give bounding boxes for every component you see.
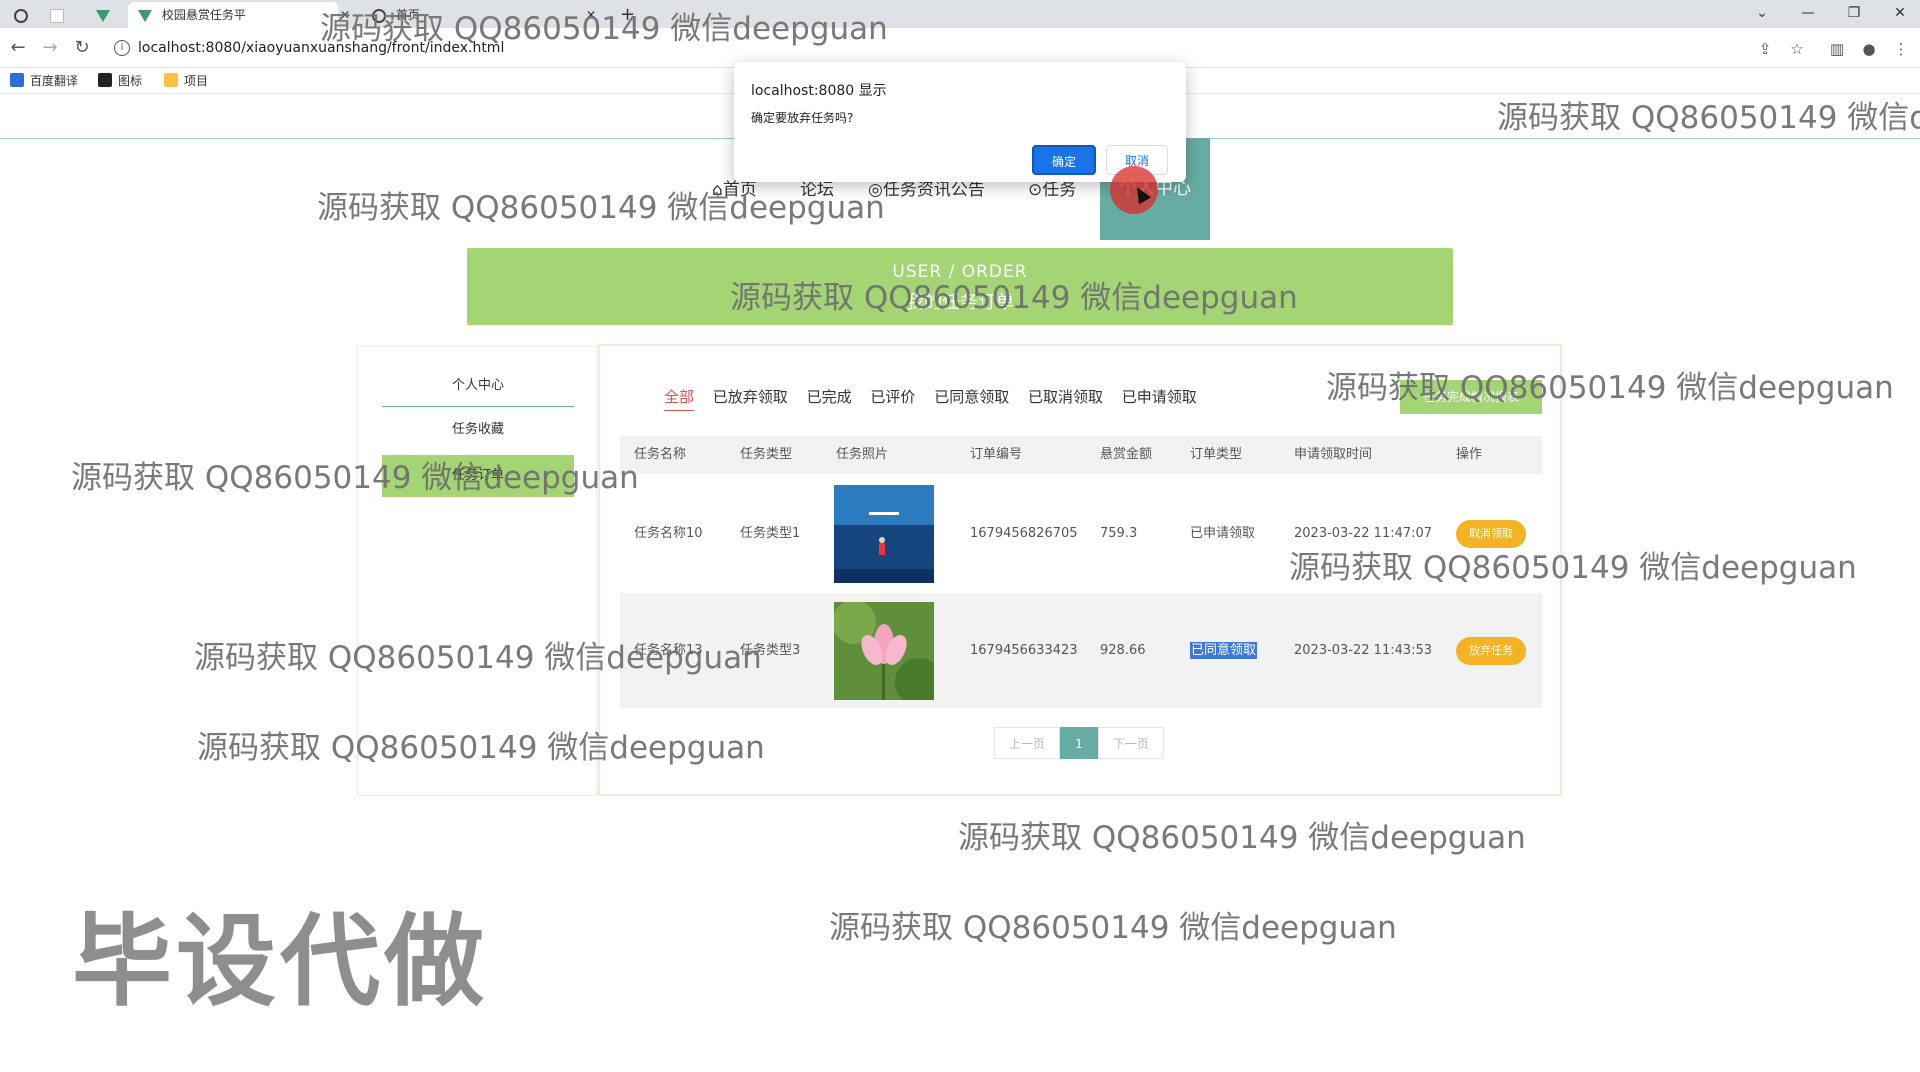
cell-amount: 928.66 — [1100, 643, 1146, 658]
profile-icon[interactable]: ● — [1858, 38, 1880, 60]
col-apply-time: 申请领取时间 — [1294, 447, 1373, 462]
col-order-no: 订单编号 — [970, 447, 1023, 462]
translate-icon — [10, 73, 24, 87]
lotus-photo-icon — [832, 600, 943, 706]
tab-2[interactable] — [50, 2, 70, 28]
tab-title: 校园悬赏任务平 — [161, 8, 246, 22]
vue-logo-icon — [138, 9, 152, 22]
cell-apply-time: 2023-03-22 11:43:53 — [1294, 643, 1433, 658]
tab-reviewed[interactable]: 已评价 — [870, 388, 915, 406]
tab-abandoned[interactable]: 已放弃领取 — [713, 388, 788, 406]
reload-icon[interactable]: ↻ — [70, 36, 94, 60]
tab-vue-1[interactable] — [96, 2, 116, 28]
bookmark-baidu-translate[interactable]: 百度翻译 — [10, 72, 78, 90]
bookmark-project[interactable]: 项目 — [164, 72, 208, 90]
dialog-title: localhost:8080 显示 — [751, 83, 887, 99]
star-icon[interactable]: ☆ — [1786, 38, 1808, 60]
task-photo-lotus — [832, 600, 943, 706]
watermark-text: 源码获取 QQ86050149 微信deepguan — [1326, 370, 1894, 406]
sea-photo-icon — [834, 485, 934, 583]
tab-campus-bounty[interactable]: 校园悬赏任务平 — [128, 2, 338, 28]
blank-page-icon — [50, 8, 64, 23]
restore-icon[interactable]: ❐ — [1834, 2, 1874, 24]
bookmark-icons[interactable]: 图标 — [98, 72, 142, 90]
watermark-text: 源码获取 QQ86050149 微信deepguan — [1289, 550, 1857, 586]
highlighted-order-type: 已同意领取 — [1190, 642, 1258, 659]
cell-amount: 759.3 — [1100, 526, 1138, 541]
globe-icon — [14, 8, 28, 23]
watermark-text: 源码获取 QQ86050149 微信de — [1497, 100, 1920, 136]
dialog-ok-button[interactable]: 确定 — [1032, 145, 1096, 175]
tab-cancelled[interactable]: 已取消领取 — [1028, 388, 1103, 406]
col-task-name: 任务名称 — [634, 447, 687, 462]
forward-arrow-icon[interactable]: → — [38, 36, 62, 60]
confirm-dialog: localhost:8080 显示 确定要放弃任务吗? 确定 取消 — [734, 62, 1186, 182]
cell-task-name: 任务名称10 — [634, 526, 703, 541]
task-photo-sea — [834, 485, 934, 583]
abandon-task-button[interactable]: 放弃任务 — [1456, 637, 1526, 665]
watermark-text: 源码获取 QQ86050149 微信deepguan — [958, 820, 1526, 856]
dialog-message: 确定要放弃任务吗? — [751, 111, 854, 125]
watermark-text: 源码获取 QQ86050149 微信deepguan — [197, 730, 765, 766]
order-status-tabs: 全部 已放弃领取 已完成 已评价 已同意领取 已取消领取 已申请领取 — [664, 386, 1211, 411]
sidebar-panel-icon[interactable]: ▥ — [1826, 38, 1848, 60]
watermark-text: 源码获取 QQ86050149 微信deepguan — [730, 280, 1298, 316]
cell-task-type: 任务类型1 — [740, 526, 801, 541]
col-order-type: 订单类型 — [1190, 447, 1243, 462]
tab-approved[interactable]: 已同意领取 — [934, 388, 1009, 406]
close-window-icon[interactable]: ✕ — [1880, 2, 1920, 24]
minimize-icon[interactable]: — — [1788, 2, 1828, 24]
back-arrow-icon[interactable]: ← — [6, 36, 30, 60]
big-watermark: 毕设代做 — [72, 903, 488, 1020]
vue-logo-icon — [96, 9, 110, 22]
col-task-photo: 任务照片 — [836, 447, 889, 462]
col-amount: 悬赏金额 — [1100, 447, 1153, 462]
info-icon[interactable]: i — [114, 40, 130, 56]
tab-applied[interactable]: 已申请领取 — [1122, 388, 1197, 406]
col-actions: 操作 — [1456, 447, 1483, 462]
task-icon: ⊙ — [1028, 180, 1043, 200]
table-header: 任务名称 任务类型 任务照片 订单编号 悬赏金额 订单类型 申请领取时间 操作 — [620, 436, 1542, 474]
watermark-text: 源码获取 QQ86050149 微信deepguan — [317, 190, 885, 226]
watermark-text: 源码获取 QQ86050149 微信deepguan — [320, 11, 888, 47]
col-task-type: 任务类型 — [740, 447, 793, 462]
tab-favicon-1[interactable] — [14, 2, 34, 28]
watermark-text: 源码获取 QQ86050149 微信deepguan — [71, 460, 639, 496]
more-menu-icon[interactable]: ⋮ — [1890, 38, 1912, 60]
page-1-button[interactable]: 1 — [1060, 727, 1098, 759]
tab-completed[interactable]: 已完成 — [807, 388, 852, 406]
watermark-text: 源码获取 QQ86050149 微信deepguan — [194, 640, 762, 676]
tab-all[interactable]: 全部 — [664, 388, 695, 411]
cell-order-type: 已申请领取 — [1190, 526, 1256, 541]
watermark-text: 源码获取 QQ86050149 微信deepguan — [829, 910, 1397, 946]
next-page-button[interactable]: 下一页 — [1098, 727, 1164, 759]
tab-search-chevron-icon[interactable]: ⌄ — [1742, 2, 1782, 24]
cell-order-no: 1679456826705 — [970, 526, 1078, 541]
cell-order-no: 1679456633423 — [970, 643, 1078, 658]
browser-tab-bar: 校园悬赏任务平 ✕ 首页 ✕ + ⌄ — ❐ ✕ — [0, 0, 1920, 28]
sidebar-item-task-favorites[interactable]: 任务收藏 — [382, 409, 574, 451]
image-icon — [98, 73, 112, 87]
sidebar-item-personal-center[interactable]: 个人中心 — [382, 365, 574, 407]
prev-page-button[interactable]: 上一页 — [994, 727, 1060, 759]
share-icon[interactable]: ⇪ — [1754, 38, 1776, 60]
cell-order-type: 已同意领取 — [1190, 593, 1258, 708]
folder-icon — [164, 73, 178, 87]
